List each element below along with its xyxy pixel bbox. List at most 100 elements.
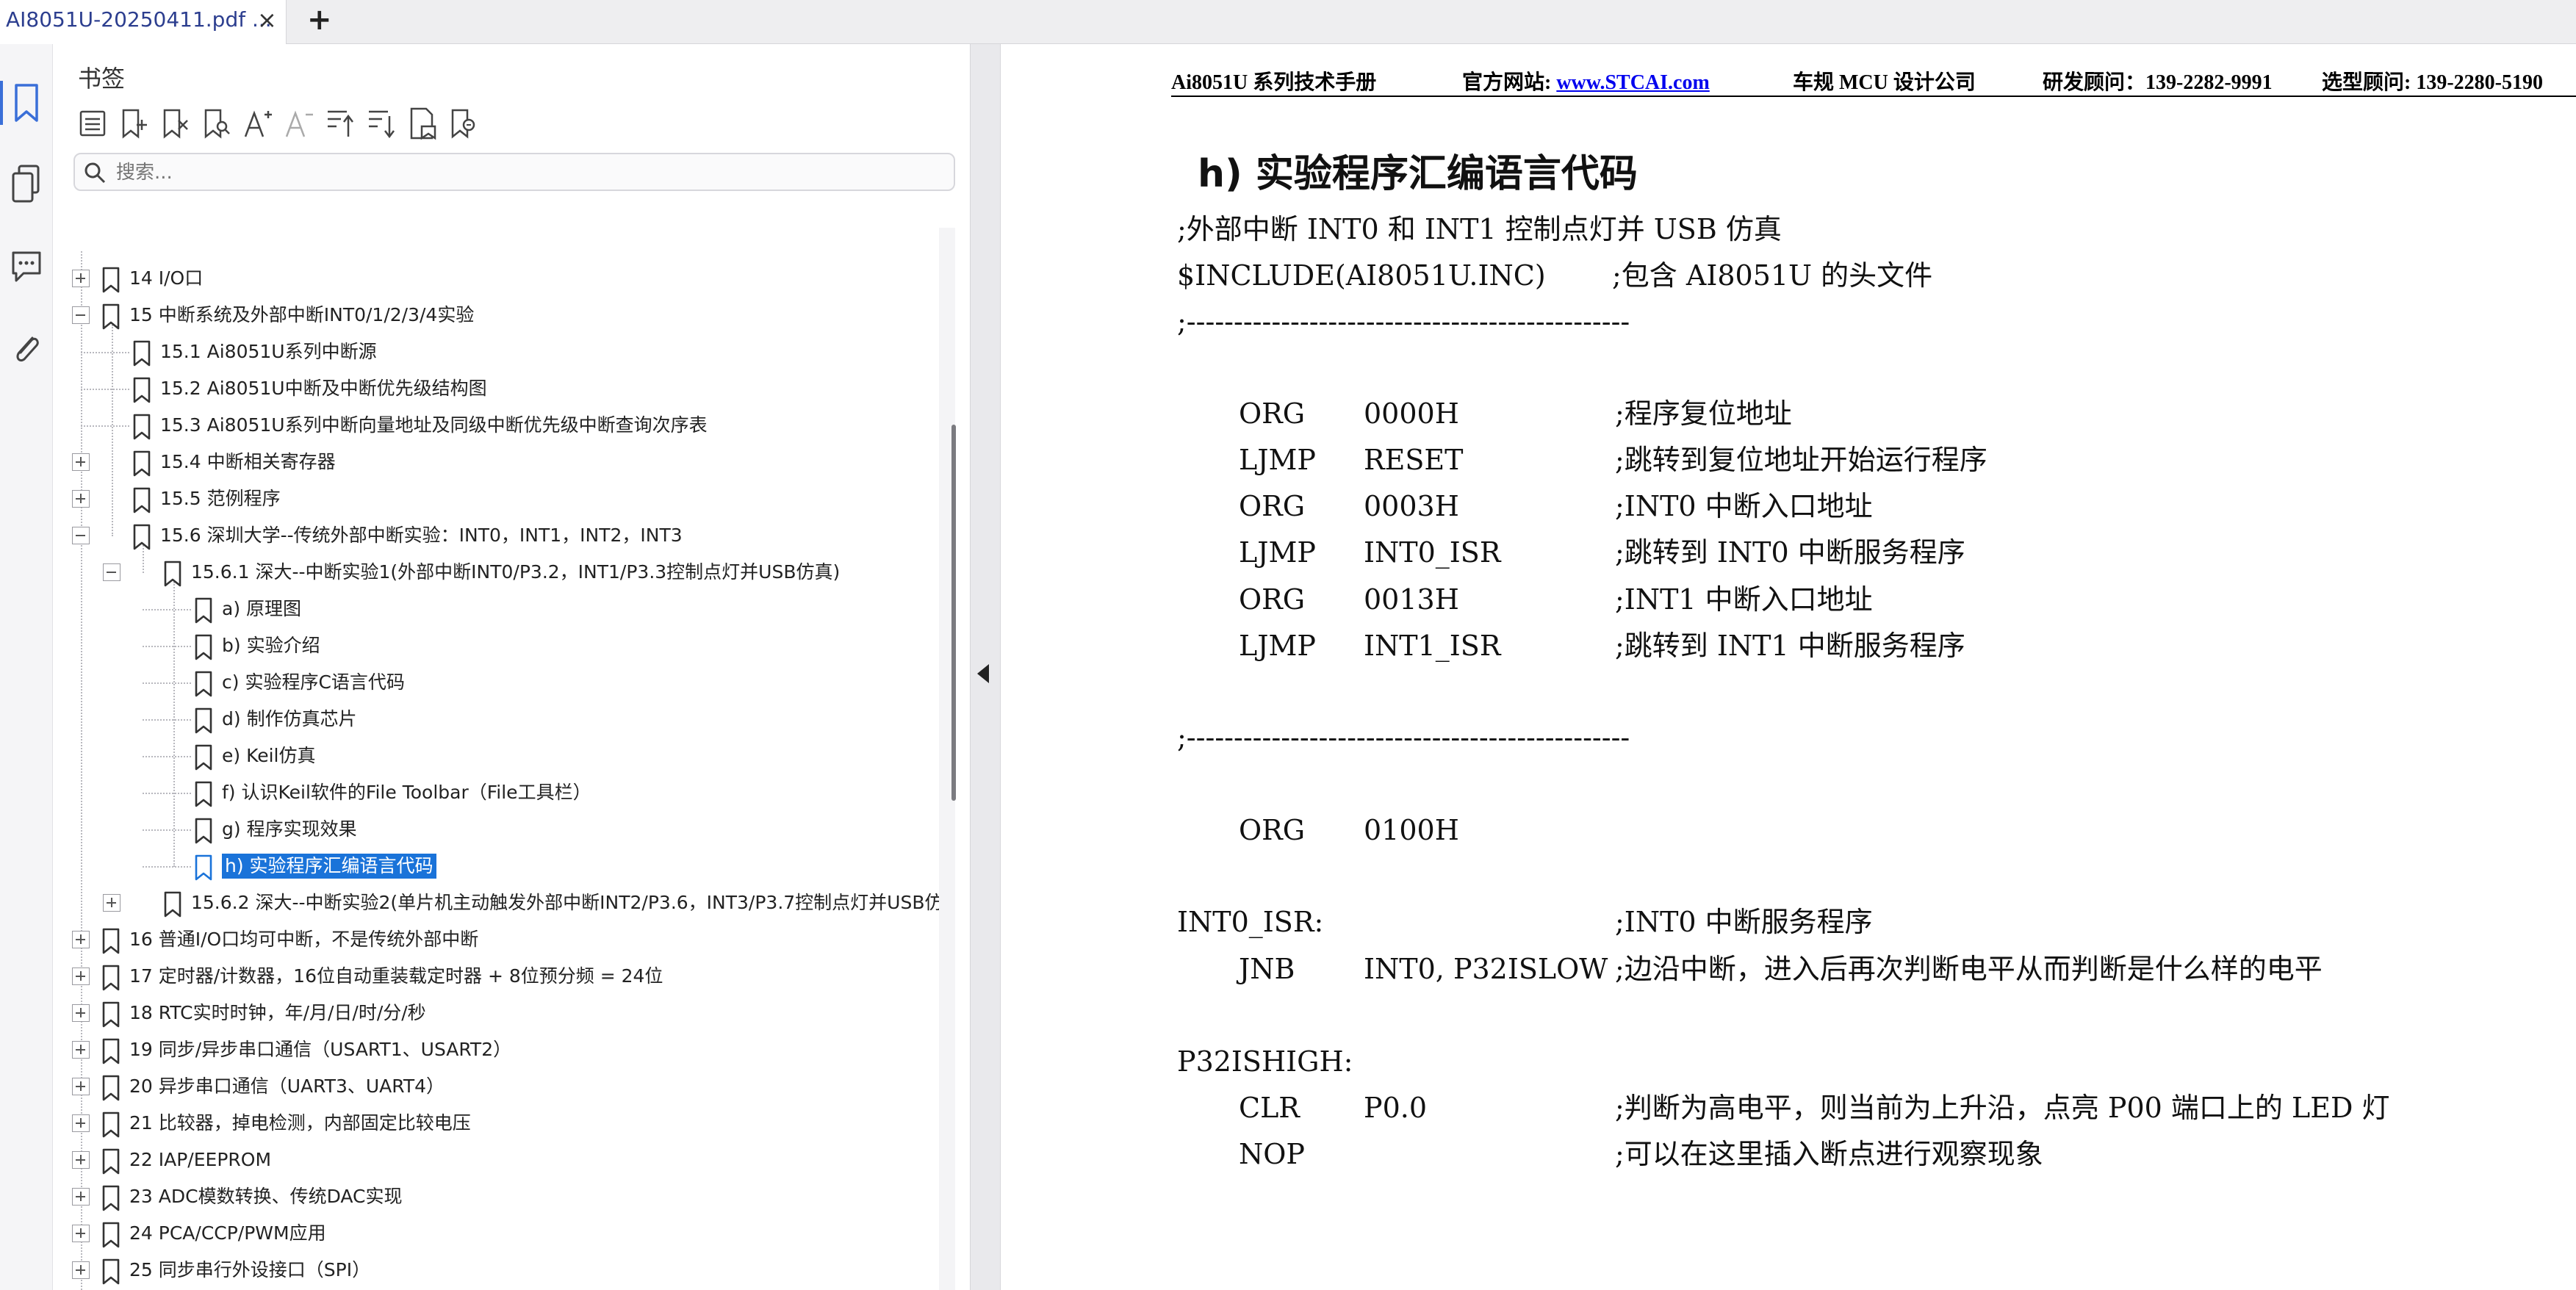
pages-icon[interactable]: [9, 162, 44, 206]
bookmark-label[interactable]: 15.6 深圳大学--传统外部中断实验：INT0，INT1，INT2，INT3: [160, 523, 683, 548]
attachment-icon[interactable]: [9, 328, 44, 372]
bookmark-item[interactable]: a) 原理图: [53, 591, 935, 627]
bookmark-label[interactable]: e) Keil仿真: [222, 743, 316, 768]
bookmark-label[interactable]: 16 普通I/O口均可中断，不是传统外部中断: [129, 927, 478, 952]
font-increase-icon[interactable]: [240, 104, 275, 143]
collapse-icon[interactable]: [72, 527, 90, 544]
search-input[interactable]: [116, 159, 939, 187]
comments-icon[interactable]: [9, 244, 44, 288]
bookmark-item[interactable]: 15 中断系统及外部中断INT0/1/2/3/4实验: [53, 297, 935, 334]
bookmark-label[interactable]: b) 实验介绍: [222, 633, 320, 658]
bookmark-label[interactable]: 21 比较器，掉电检测，内部固定比较电压: [129, 1111, 471, 1136]
bookmark-item[interactable]: 18 RTC实时时钟，年/月/日/时/分/秒: [53, 995, 935, 1031]
find-bookmark-icon[interactable]: [198, 104, 234, 143]
sort-down-icon[interactable]: [363, 104, 398, 143]
sort-up-icon[interactable]: [322, 104, 357, 143]
font-decrease-icon[interactable]: [281, 104, 316, 143]
expand-icon[interactable]: [72, 453, 90, 471]
bookmark-label[interactable]: 15.5 范例程序: [160, 486, 281, 511]
bookmark-label[interactable]: 22 IAP/EEPROM: [129, 1147, 271, 1172]
bookmark-item[interactable]: 22 IAP/EEPROM: [53, 1142, 935, 1178]
bookmark-item[interactable]: 15.5 范例程序: [53, 480, 935, 517]
document-tab[interactable]: AI8051U-20250411.pdf ... ×: [0, 0, 287, 44]
expand-icon[interactable]: [72, 931, 90, 948]
bookmark-item[interactable]: 15.6.1 深大--中断实验1(外部中断INT0/P3.2，INT1/P3.3…: [53, 554, 935, 591]
delete-bookmark-icon[interactable]: [157, 104, 193, 143]
bookmark-item[interactable]: g) 程序实现效果: [53, 811, 935, 848]
bookmark-properties-icon[interactable]: [404, 104, 439, 143]
bookmark-label[interactable]: h) 实验程序汇编语言代码: [222, 854, 436, 879]
add-bookmark-icon[interactable]: [116, 104, 151, 143]
bookmark-item[interactable]: 15.3 Ai8051U系列中断向量地址及同级中断优先级中断查询次序表: [53, 407, 935, 444]
bookmark-label[interactable]: 19 同步/异步串口通信（USART1、USART2）: [129, 1037, 511, 1062]
bookmark-label[interactable]: 18 RTC实时时钟，年/月/日/时/分/秒: [129, 1001, 426, 1026]
bookmark-item[interactable]: f) 认识Keil软件的File Toolbar（File工具栏）: [53, 774, 935, 811]
bookmark-item[interactable]: 15.6 深圳大学--传统外部中断实验：INT0，INT1，INT2，INT3: [53, 517, 935, 554]
expand-icon[interactable]: [72, 1041, 90, 1059]
bookmark-label[interactable]: 15.1 Ai8051U系列中断源: [160, 339, 377, 364]
bookmark-label[interactable]: 15.6.1 深大--中断实验1(外部中断INT0/P3.2，INT1/P3.3…: [191, 560, 840, 585]
bookmark-label[interactable]: 15.2 Ai8051U中断及中断优先级结构图: [160, 376, 487, 401]
bookmark-item[interactable]: 25 同步串行外设接口（SPI）: [53, 1252, 935, 1289]
bookmark-label[interactable]: 15.3 Ai8051U系列中断向量地址及同级中断优先级中断查询次序表: [160, 413, 708, 438]
bookmark-label[interactable]: 23 ADC模数转换、传统DAC实现: [129, 1184, 403, 1209]
expand-icon[interactable]: [72, 490, 90, 508]
bookmark-label[interactable]: a) 原理图: [222, 597, 301, 621]
expand-icon[interactable]: [72, 1225, 90, 1242]
expand-icon[interactable]: [72, 1004, 90, 1022]
search-box[interactable]: [73, 153, 955, 191]
tab-title[interactable]: AI8051U-20250411.pdf ...: [6, 7, 272, 32]
bookmark-item[interactable]: 16 普通I/O口均可中断，不是传统外部中断: [53, 921, 935, 958]
expand-icon[interactable]: [72, 968, 90, 985]
expand-icon[interactable]: [72, 270, 90, 287]
expand-icon[interactable]: [72, 1261, 90, 1279]
bookmark-item[interactable]: 15.1 Ai8051U系列中断源: [53, 334, 935, 370]
bookmark-label[interactable]: 15.6.2 深大--中断实验2(单片机主动触发外部中断INT2/P3.6，IN…: [191, 890, 940, 915]
panel-splitter[interactable]: [970, 44, 1001, 1290]
expand-icon[interactable]: [72, 1188, 90, 1206]
bookmark-icon: [100, 964, 122, 992]
bookmark-item[interactable]: h) 实验程序汇编语言代码: [53, 848, 935, 884]
bookmark-label[interactable]: 15 中断系统及外部中断INT0/1/2/3/4实验: [129, 303, 474, 328]
bookmark-label[interactable]: g) 程序实现效果: [222, 817, 357, 842]
bookmark-icon[interactable]: [9, 81, 44, 125]
bookmark-item[interactable]: 14 I/O口: [53, 260, 935, 297]
new-tab-button[interactable]: +: [307, 3, 332, 37]
bookmark-item[interactable]: c) 实验程序C语言代码: [53, 664, 935, 701]
bookmark-label[interactable]: 17 定时器/计数器，16位自动重装载定时器 + 8位预分频 = 24位: [129, 964, 663, 989]
bookmark-item[interactable]: 15.2 Ai8051U中断及中断优先级结构图: [53, 370, 935, 407]
bookmark-label[interactable]: 15.4 中断相关寄存器: [160, 450, 336, 475]
bookmark-search-icon[interactable]: [445, 104, 481, 143]
bookmark-item[interactable]: 24 PCA/CCP/PWM应用: [53, 1215, 935, 1252]
bookmark-item[interactable]: b) 实验介绍: [53, 627, 935, 664]
bookmark-label[interactable]: 25 同步串行外设接口（SPI）: [129, 1258, 370, 1283]
expand-icon[interactable]: [72, 1151, 90, 1169]
collapse-icon[interactable]: [72, 306, 90, 324]
header-site-link[interactable]: www.STCAI.com: [1556, 71, 1709, 94]
bookmark-icon: [100, 303, 122, 331]
bookmark-item[interactable]: 17 定时器/计数器，16位自动重装载定时器 + 8位预分频 = 24位: [53, 958, 935, 995]
bookmark-label[interactable]: f) 认识Keil软件的File Toolbar（File工具栏）: [222, 780, 591, 805]
bookmark-icon: [193, 707, 215, 735]
bookmark-label[interactable]: 14 I/O口: [129, 266, 203, 291]
tab-close-button[interactable]: ×: [257, 6, 277, 34]
bookmark-label[interactable]: 20 异步串口通信（UART3、UART4）: [129, 1074, 445, 1099]
scrollbar-thumb[interactable]: [951, 425, 956, 801]
collapse-icon[interactable]: [103, 563, 120, 581]
bookmark-label[interactable]: c) 实验程序C语言代码: [222, 670, 405, 695]
bookmark-label[interactable]: 24 PCA/CCP/PWM应用: [129, 1221, 326, 1246]
collapse-panel-icon[interactable]: [977, 664, 989, 683]
expand-icon[interactable]: [72, 1114, 90, 1132]
bookmark-item[interactable]: 20 异步串口通信（UART3、UART4）: [53, 1068, 935, 1105]
bookmark-label[interactable]: d) 制作仿真芯片: [222, 707, 357, 732]
expand-icon[interactable]: [103, 894, 120, 912]
bookmark-item[interactable]: 15.4 中断相关寄存器: [53, 444, 935, 480]
bookmark-item[interactable]: 23 ADC模数转换、传统DAC实现: [53, 1178, 935, 1215]
bookmark-item[interactable]: e) Keil仿真: [53, 738, 935, 774]
bookmark-item[interactable]: 15.6.2 深大--中断实验2(单片机主动触发外部中断INT2/P3.6，IN…: [53, 884, 940, 921]
bookmark-item[interactable]: 19 同步/异步串口通信（USART1、USART2）: [53, 1031, 935, 1068]
bookmark-item[interactable]: 21 比较器，掉电检测，内部固定比较电压: [53, 1105, 935, 1142]
expand-icon[interactable]: [72, 1078, 90, 1095]
bookmark-item[interactable]: d) 制作仿真芯片: [53, 701, 935, 738]
expand-all-icon[interactable]: [75, 104, 110, 143]
